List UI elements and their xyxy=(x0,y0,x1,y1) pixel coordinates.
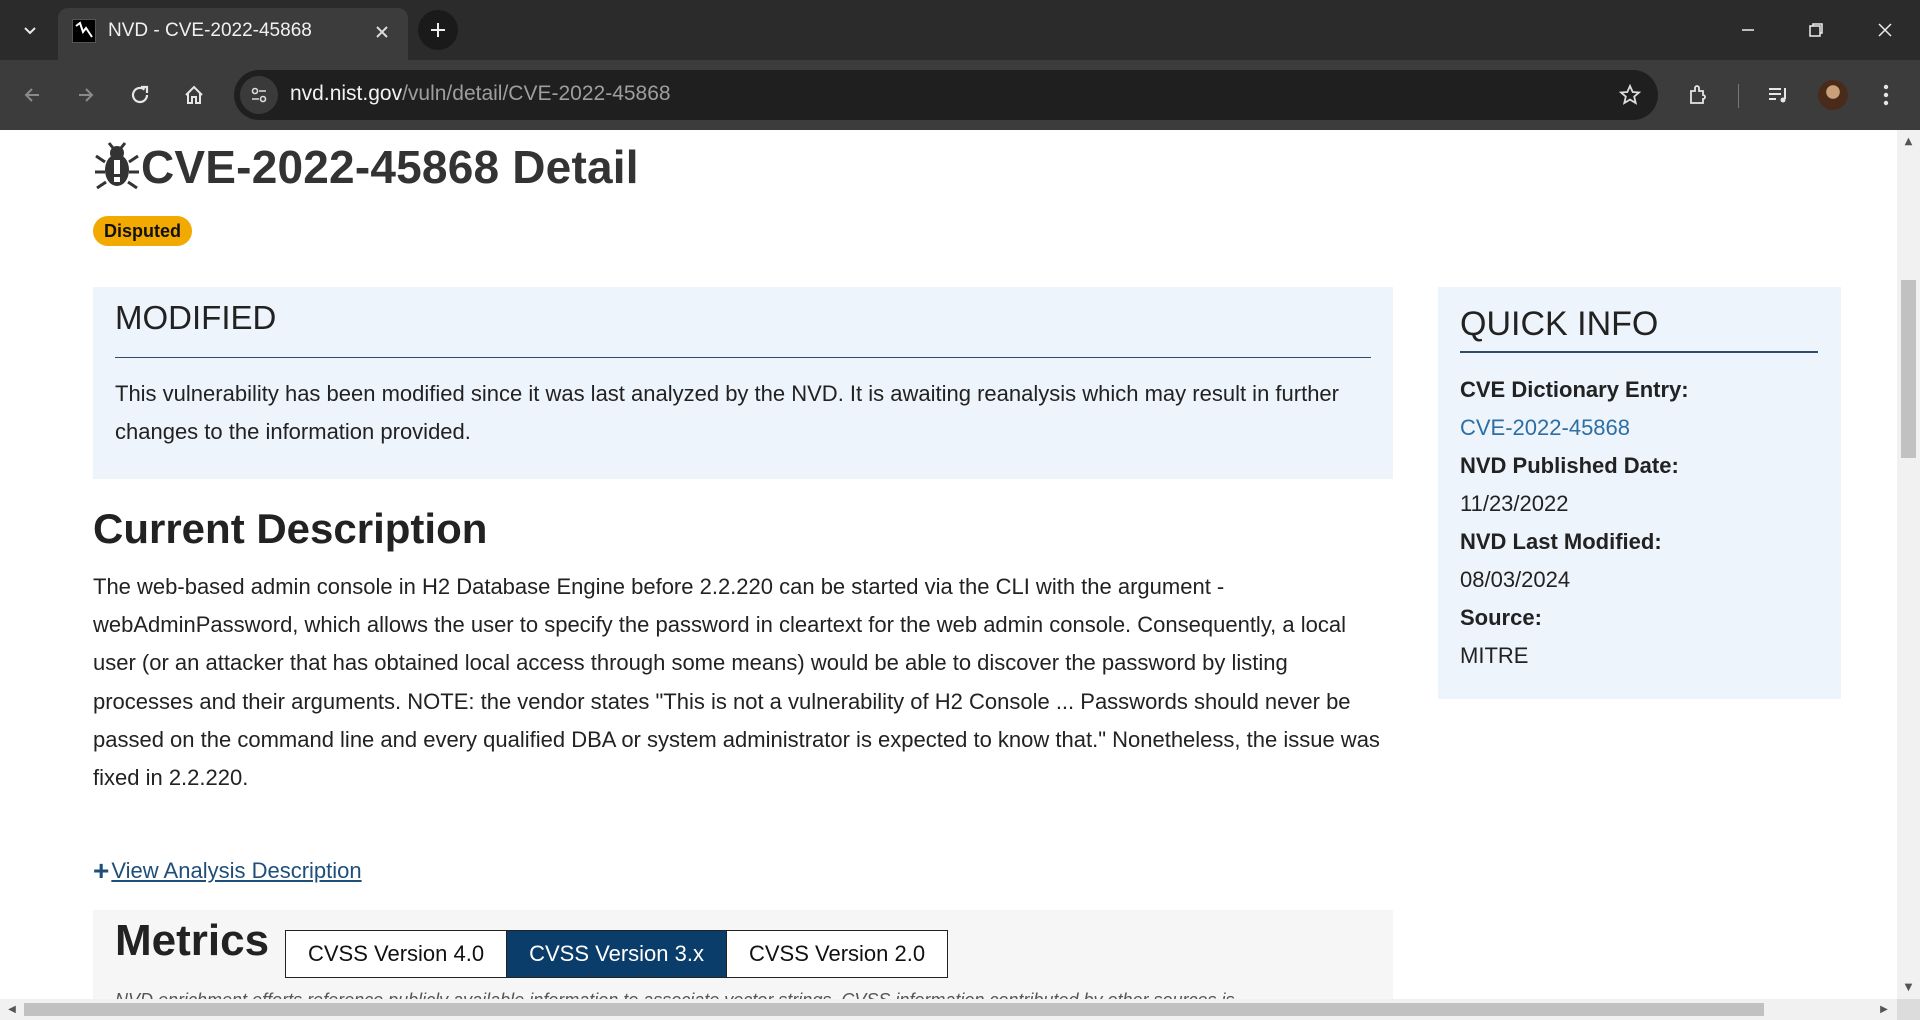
page-title-row: CVE-2022-45868 Detail xyxy=(93,140,639,194)
scroll-left-icon[interactable]: ◀ xyxy=(6,1003,18,1016)
vertical-scroll-thumb[interactable] xyxy=(1901,280,1916,458)
url-text: nvd.nist.gov/vuln/detail/CVE-2022-45868 xyxy=(290,82,671,106)
toolbar-separator xyxy=(1738,84,1739,108)
view-analysis-label[interactable]: View Analysis Description xyxy=(111,858,361,884)
forward-icon[interactable] xyxy=(64,73,108,117)
extensions-icon[interactable] xyxy=(1676,73,1720,117)
scroll-down-icon[interactable]: ▼ xyxy=(1902,982,1915,994)
tab-title: NVD - CVE-2022-45868 xyxy=(108,20,312,41)
horizontal-scrollbar[interactable]: ◀ ▶ xyxy=(0,999,1897,1020)
vertical-scrollbar[interactable]: ▲ ▼ xyxy=(1897,130,1920,999)
quick-info-heading: QUICK INFO xyxy=(1460,305,1659,343)
nvd-favicon xyxy=(72,19,96,43)
divider xyxy=(1460,351,1818,353)
media-icon[interactable] xyxy=(1756,73,1800,117)
plus-icon[interactable] xyxy=(418,10,458,50)
tab-bar: NVD - CVE-2022-45868 xyxy=(0,0,1920,60)
star-icon[interactable] xyxy=(1616,81,1644,109)
url-host: nvd.nist.gov xyxy=(290,82,403,105)
page-viewport: CVE-2022-45868 Detail Disputed MODIFIED … xyxy=(0,130,1897,999)
divider xyxy=(115,357,1371,358)
quick-info-list: CVE Dictionary Entry: CVE-2022-45868 NVD… xyxy=(1460,371,1689,675)
profile-avatar[interactable] xyxy=(1818,80,1848,110)
close-window-icon[interactable] xyxy=(1865,10,1905,50)
cve-entry-link[interactable]: CVE-2022-45868 xyxy=(1460,409,1689,447)
browser-tab[interactable]: NVD - CVE-2022-45868 xyxy=(58,8,408,60)
published-label: NVD Published Date: xyxy=(1460,453,1679,478)
last-modified-value: 08/03/2024 xyxy=(1460,567,1571,592)
published-value: 11/23/2022 xyxy=(1460,491,1569,516)
quick-info-panel: QUICK INFO CVE Dictionary Entry: CVE-202… xyxy=(1438,287,1841,699)
source-value: MITRE xyxy=(1460,643,1529,668)
metrics-heading: Metrics xyxy=(115,916,270,965)
modified-notice: MODIFIED This vulnerability has been mod… xyxy=(93,287,1393,479)
scroll-right-icon[interactable]: ▶ xyxy=(1878,1003,1890,1016)
tab-list-icon[interactable] xyxy=(14,14,46,46)
tab-cvss-2[interactable]: CVSS Version 2.0 xyxy=(727,931,947,977)
restore-icon[interactable] xyxy=(1796,10,1836,50)
minimize-icon[interactable] xyxy=(1728,10,1768,50)
cve-entry-label: CVE Dictionary Entry: xyxy=(1460,377,1689,402)
description-text: The web-based admin console in H2 Databa… xyxy=(93,574,1380,791)
cvss-version-tabs: CVSS Version 4.0 CVSS Version 3.x CVSS V… xyxy=(285,930,949,978)
bug-icon xyxy=(95,142,139,190)
address-bar[interactable]: nvd.nist.gov/vuln/detail/CVE-2022-45868 xyxy=(234,70,1658,120)
description-heading: Current Description xyxy=(93,505,488,552)
page-title: CVE-2022-45868 Detail xyxy=(141,141,639,193)
horizontal-scroll-thumb[interactable] xyxy=(24,1003,1764,1016)
status-badge: Disputed xyxy=(93,216,193,246)
browser-toolbar: nvd.nist.gov/vuln/detail/CVE-2022-45868 xyxy=(0,60,1920,130)
view-analysis-link[interactable]: + View Analysis Description xyxy=(93,855,362,886)
source-label: Source: xyxy=(1460,605,1542,630)
scrollbar-corner xyxy=(1897,999,1920,1020)
tab-cvss-4[interactable]: CVSS Version 4.0 xyxy=(286,931,508,977)
metrics-note: NVD enrichment efforts reference publicl… xyxy=(115,990,1235,999)
plus-icon: + xyxy=(93,855,110,886)
close-icon[interactable] xyxy=(370,20,394,44)
reload-icon[interactable] xyxy=(118,73,162,117)
last-modified-label: NVD Last Modified: xyxy=(1460,529,1662,554)
kebab-menu-icon[interactable] xyxy=(1864,73,1908,117)
home-icon[interactable] xyxy=(172,73,216,117)
metrics-section: Metrics CVSS Version 4.0 CVSS Version 3.… xyxy=(93,910,1393,999)
modified-heading: MODIFIED xyxy=(115,299,277,336)
site-info-icon[interactable] xyxy=(240,76,278,114)
url-path: /vuln/detail/CVE-2022-45868 xyxy=(402,82,671,105)
back-icon[interactable] xyxy=(10,73,54,117)
tab-cvss-3[interactable]: CVSS Version 3.x xyxy=(507,931,727,977)
scroll-up-icon[interactable]: ▲ xyxy=(1902,136,1915,148)
modified-text: This vulnerability has been modified sin… xyxy=(115,381,1339,444)
